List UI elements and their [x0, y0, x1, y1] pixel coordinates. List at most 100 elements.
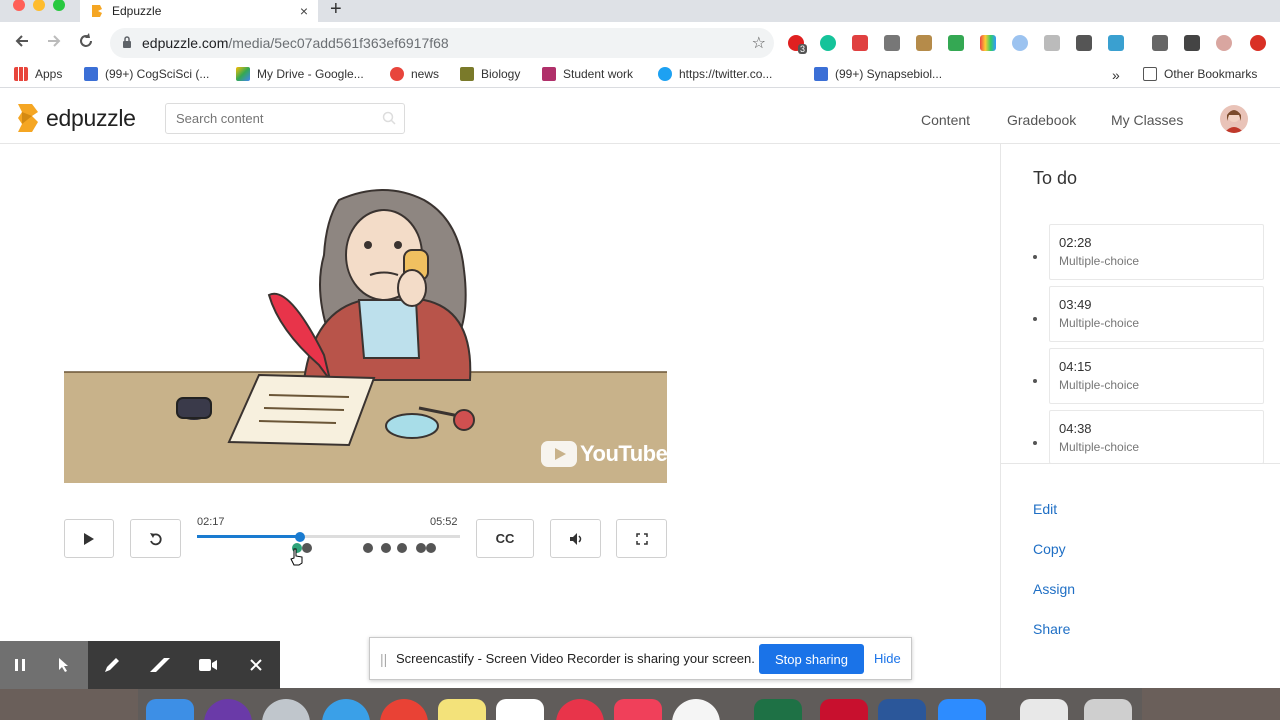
webcam-button[interactable]	[184, 641, 232, 689]
extension-grey-icon[interactable]	[1044, 35, 1060, 51]
address-bar[interactable]: edpuzzle.com/media/5ec07add561f363ef6917…	[110, 28, 774, 58]
question-card[interactable]: 03:49 Multiple-choice	[1049, 286, 1264, 342]
browser-tab-strip: Edpuzzle × +	[0, 0, 1280, 22]
bookmark-star-icon[interactable]: ☆	[752, 33, 766, 53]
volume-button[interactable]	[550, 519, 601, 558]
assign-link[interactable]: Assign	[1033, 581, 1075, 597]
extension-drive-icon[interactable]	[948, 35, 964, 51]
question-marker-dot[interactable]	[415, 543, 426, 553]
bookmark-apps[interactable]: Apps	[14, 67, 62, 81]
edit-link[interactable]: Edit	[1033, 501, 1057, 517]
back-icon[interactable]	[12, 32, 32, 52]
bookmark-student-work[interactable]: Student work	[542, 67, 633, 81]
bookmarks-overflow-icon[interactable]: »	[1112, 67, 1120, 83]
bookmark-news[interactable]: news	[390, 67, 439, 81]
dock-siri-icon[interactable]	[204, 699, 252, 720]
window-minimize-button[interactable]	[33, 0, 45, 11]
nav-gradebook[interactable]: Gradebook	[1007, 112, 1076, 128]
video-camera-icon	[199, 659, 217, 671]
dock-word-icon[interactable]	[878, 699, 926, 720]
stop-sharing-button[interactable]: Stop sharing	[759, 644, 864, 674]
extension-monitor-icon[interactable]	[1108, 35, 1124, 51]
dock-document-icon[interactable]	[1020, 699, 1068, 720]
dock-photos-icon[interactable]	[672, 699, 720, 720]
progress-handle[interactable]	[294, 532, 305, 542]
edpuzzle-logo[interactable]: edpuzzle	[14, 102, 136, 134]
dock-news-icon[interactable]	[556, 699, 604, 720]
progress-track[interactable]	[197, 535, 460, 538]
cast-icon[interactable]	[1152, 35, 1168, 51]
url-host: edpuzzle.com	[142, 35, 229, 51]
extension-d-icon[interactable]	[1076, 35, 1092, 51]
reload-icon[interactable]	[76, 32, 96, 52]
bookmark-my-drive[interactable]: My Drive - Google...	[236, 67, 364, 81]
nav-content[interactable]: Content	[921, 112, 970, 128]
google-drive-icon	[236, 67, 250, 81]
timeline-dot	[1033, 379, 1037, 383]
question-marker-dot[interactable]	[362, 543, 373, 553]
eraser-tool-button[interactable]	[136, 641, 184, 689]
bookmark-twitter[interactable]: https://twitter.co...	[658, 67, 772, 81]
window-close-button[interactable]	[13, 0, 25, 11]
share-link[interactable]: Share	[1033, 621, 1070, 637]
dock-music-icon[interactable]	[614, 699, 662, 720]
extension-pen-icon[interactable]	[916, 35, 932, 51]
question-card[interactable]: 02:28 Multiple-choice	[1049, 224, 1264, 280]
pen-tool-button[interactable]	[88, 641, 136, 689]
dock-zoom-icon[interactable]	[938, 699, 986, 720]
hide-banner-link[interactable]: Hide	[874, 651, 901, 666]
search-input[interactable]	[165, 103, 405, 134]
drag-handle-icon[interactable]: ||	[380, 651, 390, 667]
profile-avatar-icon[interactable]	[1216, 35, 1232, 51]
new-tab-button[interactable]: +	[330, 0, 342, 21]
question-marker-dot[interactable]	[397, 543, 408, 553]
extension-scissors-icon[interactable]	[884, 35, 900, 51]
bookmarks-bar: Apps (99+) CogSciSci (... My Drive - Goo…	[0, 62, 1280, 88]
extension-color-icon[interactable]	[980, 35, 996, 51]
question-card[interactable]: 04:15 Multiple-choice	[1049, 348, 1264, 404]
window-zoom-button[interactable]	[53, 0, 65, 11]
bookmark-biology[interactable]: Biology	[460, 67, 520, 81]
browser-tab[interactable]: Edpuzzle ×	[80, 0, 318, 22]
dock-launchpad-icon[interactable]	[262, 699, 310, 720]
tab-close-icon[interactable]: ×	[300, 3, 308, 19]
extension-screencastify-icon[interactable]	[852, 35, 868, 51]
question-marker-dot[interactable]	[426, 543, 437, 553]
question-marker-dot[interactable]	[381, 543, 392, 553]
dock-chrome-icon[interactable]	[380, 699, 428, 720]
nav-my-classes[interactable]: My Classes	[1111, 112, 1183, 128]
dock-calendar-icon[interactable]	[496, 699, 544, 720]
dock-safari-icon[interactable]	[322, 699, 370, 720]
update-icon[interactable]	[1250, 35, 1266, 51]
fullscreen-button[interactable]	[616, 519, 667, 558]
dock-excel-icon[interactable]	[754, 699, 802, 720]
cursor-tool-button[interactable]	[40, 641, 88, 689]
user-avatar[interactable]	[1220, 105, 1248, 133]
forward-icon[interactable]	[44, 32, 64, 52]
dock-finder-icon[interactable]	[146, 699, 194, 720]
other-bookmarks[interactable]: Other Bookmarks	[1143, 67, 1257, 81]
question-card[interactable]: 04:38 Multiple-choice	[1049, 410, 1264, 464]
pause-recording-button[interactable]	[0, 641, 40, 689]
captions-button[interactable]: CC	[476, 519, 534, 558]
screencastify-toolbar	[0, 641, 280, 689]
bookmark-cogscisci[interactable]: (99+) CogSciSci (...	[84, 67, 209, 81]
dock-acrobat-icon[interactable]	[820, 699, 868, 720]
rewind-button[interactable]	[130, 519, 181, 558]
bookmark-synapsebiol[interactable]: (99+) Synapsebiol...	[814, 67, 942, 81]
extension-grammarly-icon[interactable]	[820, 35, 836, 51]
url-path: /media/5ec07add561f363ef6917f68	[228, 35, 449, 51]
copy-link[interactable]: Copy	[1033, 541, 1066, 557]
rewind-icon	[149, 532, 162, 545]
close-toolbar-button[interactable]	[232, 641, 280, 689]
screen-sharing-banner: || Screencastify - Screen Video Recorder…	[369, 637, 912, 680]
dock-trash-icon[interactable]	[1084, 699, 1132, 720]
extension-globe-icon[interactable]	[1012, 35, 1028, 51]
search-icon[interactable]	[382, 111, 396, 125]
hand-cursor-icon	[290, 548, 304, 571]
play-button[interactable]	[64, 519, 114, 558]
dock-notes-icon[interactable]	[438, 699, 486, 720]
news-icon	[390, 67, 404, 81]
reading-list-icon[interactable]	[1184, 35, 1200, 51]
video-player[interactable]	[64, 160, 667, 483]
